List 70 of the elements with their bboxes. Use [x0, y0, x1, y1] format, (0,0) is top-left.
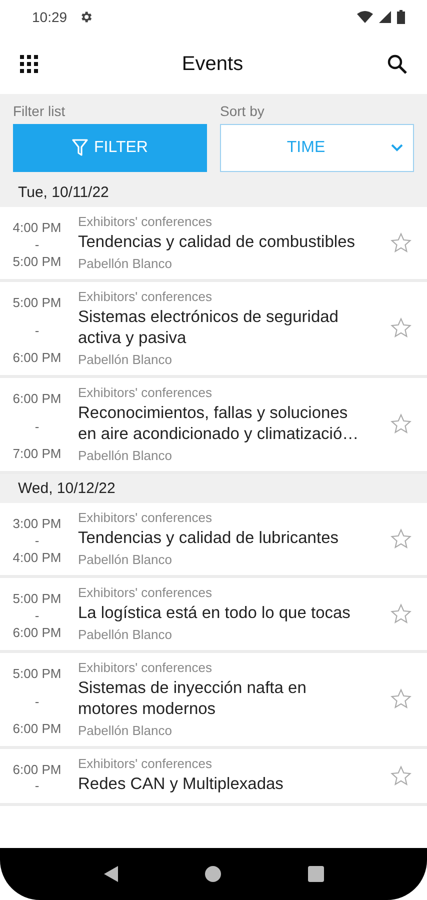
date-header: Tue, 10/11/22	[0, 178, 427, 207]
home-icon[interactable]	[204, 866, 220, 882]
sort-label: Sort by	[220, 103, 266, 119]
time-separator: -	[34, 418, 40, 434]
event-row[interactable]: 5:00 PM - 6:00 PM Exhibitors' conferences Sistemas electrónicos de seguridad activa y pasiva Pabellón Blanco	[0, 282, 427, 378]
event-category: Exhibitors' conferences	[78, 660, 213, 675]
start-time: 6:00 PM	[12, 762, 62, 777]
time-separator: -	[34, 694, 40, 708]
time-separator: -	[34, 237, 40, 252]
event-category: Exhibitors' conferences	[78, 385, 213, 400]
end-time: 6:00 PM	[12, 625, 62, 640]
search-icon	[387, 54, 407, 74]
signal-icon	[379, 11, 391, 23]
wifi-icon	[357, 11, 373, 23]
event-title: Tendencias y calidad de lubricantes	[78, 528, 340, 549]
time-separator: -	[34, 778, 40, 793]
event-location: Pabellón Blanco	[78, 627, 173, 642]
start-time: 3:00 PM	[12, 516, 62, 531]
event-row[interactable]: 6:00 PM - Exhibitors' conferences Redes CAN y Multiplexadas	[0, 749, 427, 806]
chevron-down-icon	[391, 144, 403, 152]
star-icon[interactable]	[390, 602, 412, 624]
end-time: 6:00 PM	[12, 350, 62, 365]
event-category: Exhibitors' conferences	[78, 585, 213, 600]
battery-icon	[397, 10, 405, 24]
event-title: Tendencias y calidad de combustibles	[78, 232, 356, 253]
event-category: Exhibitors' conferences	[78, 214, 213, 229]
event-category: Exhibitors' conferences	[78, 289, 213, 304]
event-location: Pabellón Blanco	[78, 448, 173, 463]
event-location: Pabellón Blanco	[78, 352, 173, 367]
start-time: 5:00 PM	[12, 591, 62, 606]
star-icon[interactable]	[390, 528, 412, 550]
status-time: 10:29	[32, 9, 68, 25]
event-row[interactable]: 5:00 PM - 6:00 PM Exhibitors' conferences Sistemas de inyección nafta en motores modernos Pabellón Blanco	[0, 653, 427, 749]
event-title: La logística está en todo lo que tocas	[78, 603, 352, 624]
event-row[interactable]: 3:00 PM - 4:00 PM Exhibitors' conferences Tendencias y calidad de lubricantes Pabellón Blanco	[0, 503, 427, 578]
settings-icon	[79, 10, 94, 24]
event-category: Exhibitors' conferences	[78, 756, 213, 771]
event-row[interactable]: 4:00 PM - 5:00 PM Exhibitors' conferences Tendencias y calidad de combustibles Pabellón Blanco	[0, 207, 427, 282]
time-separator: -	[34, 608, 40, 623]
filter-icon	[72, 139, 88, 157]
start-time: 6:00 PM	[12, 391, 62, 406]
star-icon[interactable]	[390, 413, 412, 435]
star-icon[interactable]	[390, 764, 412, 786]
grid-icon	[20, 55, 38, 73]
event-location: Pabellón Blanco	[78, 552, 173, 567]
start-time: 5:00 PM	[12, 295, 62, 310]
event-row[interactable]: 5:00 PM - 6:00 PM Exhibitors' conferences La logística está en todo lo que tocas Pabellón Blanco	[0, 578, 427, 653]
time-separator: -	[34, 533, 40, 548]
event-title: Reconocimientos, fallas y soluciones en aire acondicionado y climatizació…	[78, 403, 360, 445]
event-title: Sistemas de inyección nafta en motores modernos	[78, 678, 308, 720]
event-location: Pabellón Blanco	[78, 723, 173, 738]
star-icon[interactable]	[390, 232, 412, 254]
event-location: Pabellón Blanco	[78, 256, 173, 271]
start-time: 5:00 PM	[12, 666, 62, 681]
date-header: Wed, 10/12/22	[0, 474, 427, 503]
start-time: 4:00 PM	[12, 220, 62, 235]
event-title: Redes CAN y Multiplexadas	[78, 774, 284, 795]
end-time: 6:00 PM	[12, 721, 62, 736]
screen-title: Events	[182, 52, 244, 76]
end-time: 5:00 PM	[12, 254, 62, 269]
event-title: Sistemas electrónicos de seguridad activa y pasiva	[78, 307, 340, 349]
time-separator: -	[34, 322, 40, 338]
end-time: 4:00 PM	[12, 550, 62, 565]
star-icon[interactable]	[390, 317, 412, 339]
filter-label: Filter list	[13, 103, 66, 119]
star-icon[interactable]	[390, 688, 412, 710]
recents-icon[interactable]	[308, 866, 324, 882]
event-category: Exhibitors' conferences	[78, 510, 213, 525]
back-icon[interactable]	[104, 866, 118, 882]
end-time: 7:00 PM	[12, 446, 62, 461]
